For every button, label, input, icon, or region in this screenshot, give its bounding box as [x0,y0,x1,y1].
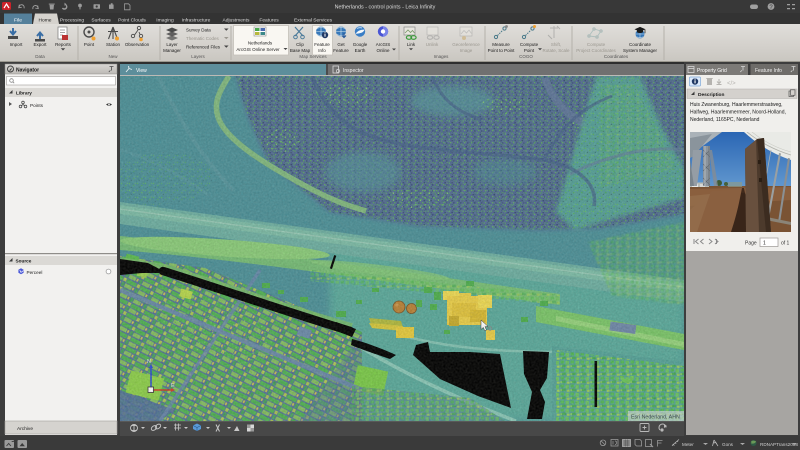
svg-text:Esri Nederland, AHN: Esri Nederland, AHN [631,414,680,420]
svg-text:Compute: Compute [587,42,606,47]
svg-text:Feature: Feature [333,48,349,53]
svg-text:Feature: Feature [314,42,330,47]
svg-text:Coordinates: Coordinates [604,54,629,59]
svg-text:Adjustments: Adjustments [223,17,250,23]
svg-text:Referenced Files: Referenced Files [186,45,221,50]
svg-text:Halfweg, Haarlemmermeer, Noord: Halfweg, Haarlemmermeer, Noord-Holland, [690,110,786,116]
svg-text:Imaging: Imaging [156,17,174,23]
svg-text:Layers: Layers [191,54,205,59]
svg-text:of 1: of 1 [781,241,790,247]
svg-text:Georeference: Georeference [452,42,480,47]
svg-text:Page: Page [745,241,757,247]
svg-text:Layer: Layer [166,42,178,47]
svg-text:1: 1 [763,241,766,247]
svg-text:Netherlands - control points -: Netherlands - control points - Leica Inf… [335,5,436,11]
svg-text:Library: Library [16,91,32,96]
svg-text:COGO: COGO [519,54,533,59]
svg-text:Export: Export [33,42,47,47]
svg-text:Map Services: Map Services [299,54,327,59]
svg-text:Clip: Clip [296,42,304,47]
svg-text:Point to Point: Point to Point [488,48,516,53]
svg-text:Google: Google [353,42,368,47]
svg-text:Point Clouds: Point Clouds [118,17,146,23]
svg-text:Compute: Compute [520,42,539,47]
svg-text:Point: Point [524,48,535,53]
svg-text:Measure: Measure [492,42,510,47]
svg-text:Earth: Earth [355,48,366,53]
svg-text:Home: Home [38,17,51,23]
svg-text:ArcGIS Online Server: ArcGIS Online Server [236,47,280,52]
svg-text:Point: Point [84,42,95,47]
svg-text:Processing: Processing [60,17,84,23]
svg-text:ArcGIS: ArcGIS [376,42,391,47]
svg-text:Infrastructure: Infrastructure [182,17,211,23]
svg-text:Feature Info: Feature Info [755,68,782,74]
svg-text:Huis Zwanenburg, Haarlemmerstr: Huis Zwanenburg, Haarlemmerstraatweg, [690,102,783,108]
svg-text:Data: Data [35,54,45,59]
svg-text:Info: Info [318,48,326,53]
svg-text:New: New [108,54,118,59]
svg-text:System Manager: System Manager [623,48,658,53]
svg-text:Archive: Archive [17,426,33,432]
svg-text:RDNAPTrans2008: RDNAPTrans2008 [760,442,798,447]
svg-text:Manager: Manager [163,48,181,53]
svg-text:External Services: External Services [294,17,333,23]
svg-text:Surfaces: Surfaces [91,17,111,23]
svg-text:Reports: Reports [55,42,72,47]
svg-text:Project Coordinates: Project Coordinates [576,48,616,53]
svg-text:Thematic Codes: Thematic Codes [186,36,220,41]
svg-text:Points: Points [30,103,44,108]
svg-text:Source: Source [16,259,32,264]
svg-text:Property Grid: Property Grid [697,68,727,74]
svg-text:Coordinate: Coordinate [629,42,652,47]
svg-text:Rotate, Scale: Rotate, Scale [542,48,570,53]
svg-text:Perceel: Perceel [27,270,43,275]
svg-text:Gons: Gons [722,442,734,447]
svg-text:Meter: Meter [682,442,694,447]
svg-text:Images: Images [434,54,450,59]
svg-text:Import: Import [10,42,24,47]
svg-text:Navigator: Navigator [16,68,39,74]
svg-text:Station: Station [106,42,121,47]
svg-text:Unlink: Unlink [426,42,439,47]
svg-text:Observation: Observation [125,42,150,47]
svg-text:Get: Get [337,42,345,47]
svg-text:Inspector: Inspector [343,68,364,74]
svg-text:</>: </> [727,81,736,87]
svg-text:Link: Link [407,42,416,47]
svg-text:Survey Data: Survey Data [186,28,211,33]
svg-text:Online: Online [376,48,390,53]
svg-text:Image: Image [460,48,473,53]
svg-text:Netherlands: Netherlands [248,41,273,46]
svg-text:Base Map: Base Map [290,48,311,53]
svg-text:Shift,: Shift, [551,42,561,47]
svg-text:Features: Features [259,17,279,23]
svg-text:Nederland, 1165PC, Nederland: Nederland, 1165PC, Nederland [690,117,760,123]
svg-text:File: File [14,17,22,23]
svg-text:Description: Description [698,92,724,98]
svg-text:View: View [136,68,147,74]
